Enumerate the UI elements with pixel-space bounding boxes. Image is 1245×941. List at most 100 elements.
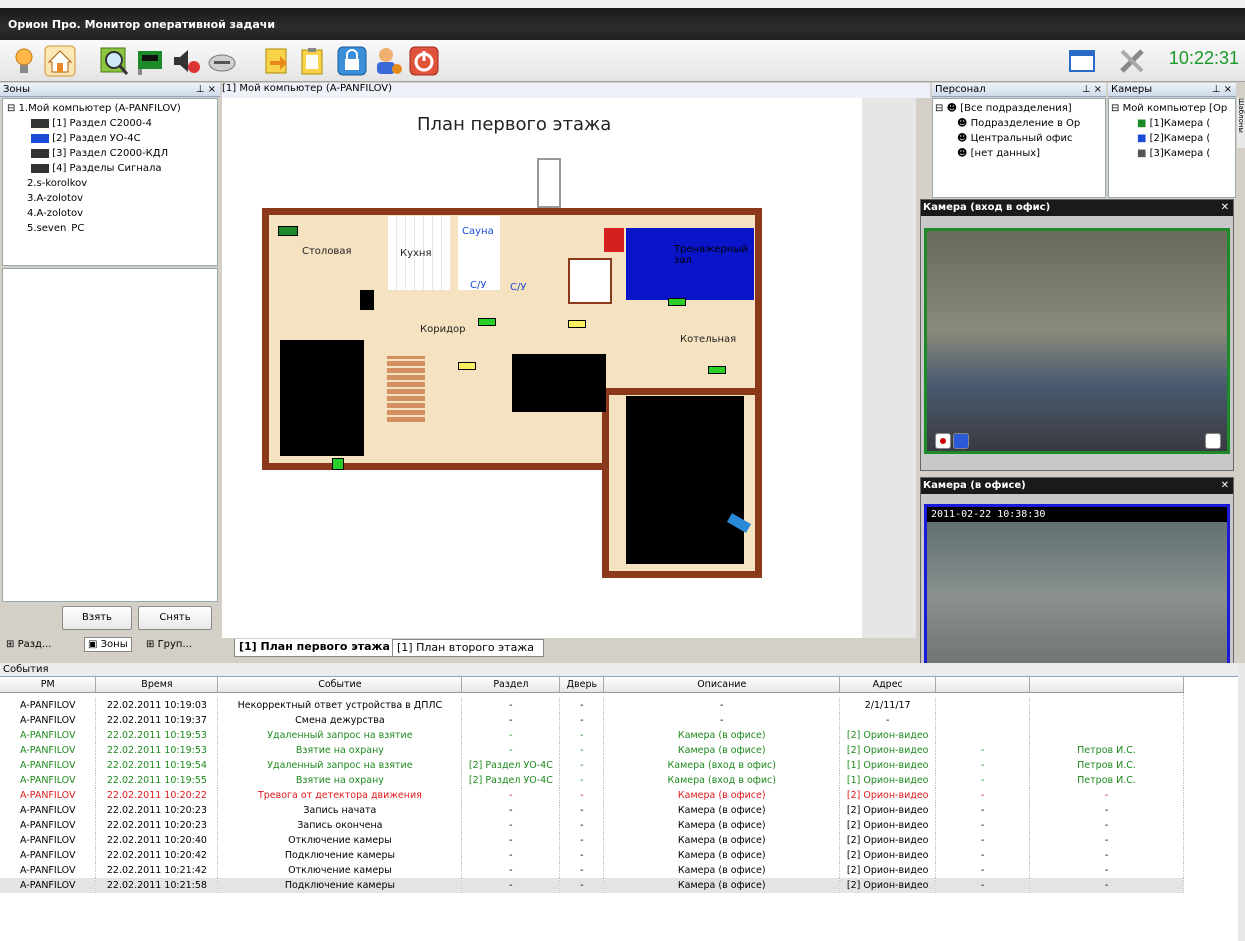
table-row[interactable]: A-PANFILOV 22.02.2011 10:19:37 Смена дежур… [0,713,1184,728]
table-row[interactable]: A-PANFILOV 22.02.2011 10:21:58 Подключение… [0,878,1184,893]
table-row[interactable]: A-PANFILOV 22.02.2011 10:20:22 Тревога от … [0,788,1184,803]
pin-icon[interactable]: ⊥ × [1212,83,1232,96]
templates-side-tab[interactable]: Шаблоны [1237,98,1245,148]
column-header[interactable]: РМ [0,677,97,693]
table-cell: A-PANFILOV [0,773,97,788]
board-icon[interactable] [134,45,166,77]
column-header[interactable] [1029,677,1184,693]
pin-icon[interactable]: ⊥ × [1082,83,1102,96]
tree-item[interactable]: ☻ Центральный офис [935,131,1103,146]
remove-button[interactable]: Снять [138,606,212,630]
lamp-icon[interactable] [8,45,40,77]
column-header[interactable] [935,677,1031,693]
table-row[interactable]: A-PANFILOV 22.02.2011 10:21:42 Отключение … [0,863,1184,878]
zones-detail [2,268,218,602]
export-icon[interactable] [260,45,292,77]
take-button[interactable]: Взять [62,606,132,630]
table-cell: Тревога от детектора движения [217,788,463,803]
window-icon[interactable] [1068,45,1100,77]
sound-icon[interactable] [170,45,202,77]
table-row[interactable]: A-PANFILOV 22.02.2011 10:20:23 Запись окон… [0,818,1184,833]
tree-item[interactable]: 2.s-korolkov [7,176,213,191]
tab-plan-floor1[interactable]: [1] План первого этажа [234,639,395,657]
sensor-icon[interactable] [458,362,476,370]
tree-item[interactable]: ☻ [нет данных] [935,146,1103,161]
tree-item[interactable]: [4] Разделы Сигнала [7,161,213,176]
tree-item[interactable]: ⊟ 1.Мой компьютер (A-PANFILOV) [7,101,213,116]
table-cell: 22.02.2011 10:20:23 [95,803,219,818]
sensor-icon[interactable] [568,320,586,328]
tree-item[interactable]: ■ [3]Камера ( [1111,146,1233,161]
table-row[interactable]: A-PANFILOV 22.02.2011 10:20:23 Запись нача… [0,803,1184,818]
table-cell: Подключение камеры [217,848,463,863]
table-cell: - [461,743,561,758]
table-row[interactable]: A-PANFILOV 22.02.2011 10:19:53 Взятие на о… [0,743,1184,758]
minus-icon[interactable] [953,433,969,449]
events-scrollbar[interactable] [1238,663,1245,941]
pin-icon[interactable]: ⊥ × [196,83,216,96]
column-header[interactable]: Адрес [839,677,937,693]
table-cell: - [559,743,605,758]
tab-groups[interactable]: ⊞ Груп... [146,639,192,650]
table-cell: - [559,758,605,773]
table-row[interactable]: A-PANFILOV 22.02.2011 10:20:40 Отключение … [0,833,1184,848]
table-cell: Отключение камеры [217,863,463,878]
table-cell: 22.02.2011 10:19:55 [95,773,219,788]
column-header[interactable]: Описание [603,677,841,693]
tree-item[interactable]: 5.seven_PC [7,221,213,231]
tree-item[interactable]: ■ [2]Камера ( [1111,131,1233,146]
table-row[interactable]: A-PANFILOV 22.02.2011 10:19:03 Некорректны… [0,698,1184,713]
table-cell: Некорректный ответ устройства в ДПЛС [217,698,463,713]
table-cell: - [559,863,605,878]
partition-icon [31,148,49,158]
close-icon[interactable]: ✕ [1221,478,1229,494]
tab-zones[interactable]: ▣ Зоны [84,637,132,652]
zones-title: Зоны [3,84,30,95]
camera-title: Камера (в офисе) ✕ [921,478,1233,494]
close-icon[interactable]: ✕ [1221,200,1229,216]
zones-tree: ⊟ 1.Мой компьютер (A-PANFILOV) [1] Разде… [2,98,218,266]
tree-item[interactable]: ☻ Подразделение в Ор [935,116,1103,131]
column-header[interactable]: Событие [217,677,463,693]
table-cell: [2] Орион-видео [839,863,937,878]
user-icon[interactable] [372,45,404,77]
table-row[interactable]: A-PANFILOV 22.02.2011 10:19:54 Удаленный з… [0,758,1184,773]
sensor-icon[interactable] [708,366,726,374]
table-cell: 22.02.2011 10:20:42 [95,848,219,863]
tab-partitions[interactable]: ⊞ Разд... [6,639,52,650]
table-row[interactable]: A-PANFILOV 22.02.2011 10:19:53 Удаленный з… [0,728,1184,743]
room-boiler: Котельная [680,334,737,345]
power-icon[interactable] [408,45,440,77]
tab-plan-floor2[interactable]: [1] План второго этажа [392,639,544,657]
drive-icon[interactable] [206,45,238,77]
zones-tabs: ⊞ Разд... ▣ Зоны ⊞ Груп... [0,637,220,657]
table-cell: - [935,803,1031,818]
sensor-icon[interactable] [332,458,344,470]
tools-icon[interactable] [1116,45,1148,77]
tree-item[interactable]: ■ [1]Камера ( [1111,116,1233,131]
lock-icon[interactable] [336,45,368,77]
home-icon[interactable] [44,45,76,77]
tree-item[interactable]: [2] Раздел УО-4С [7,131,213,146]
tree-item[interactable]: [3] Раздел С2000-КДЛ [7,146,213,161]
tree-item[interactable]: ⊟ Мой компьютер [Ор [1111,101,1233,116]
search-map-icon[interactable] [98,45,130,77]
camera-sensor-icon[interactable] [278,226,298,236]
column-header[interactable]: Время [95,677,219,693]
alarm-icon[interactable] [604,228,624,252]
table-row[interactable]: A-PANFILOV 22.02.2011 10:19:55 Взятие на о… [0,773,1184,788]
column-header[interactable]: Дверь [559,677,605,693]
tree-item[interactable]: 4.A-zolotov [7,206,213,221]
table-cell: [2] Орион-видео [839,848,937,863]
sensor-icon[interactable] [668,298,686,306]
tree-item[interactable]: ⊟ ☻ [Все подразделения] [935,101,1103,116]
clipboard-icon[interactable] [296,45,328,77]
table-cell: [1] Орион-видео [839,773,937,788]
sensor-icon[interactable] [478,318,496,326]
tree-item[interactable]: [1] Раздел С2000-4 [7,116,213,131]
column-header[interactable]: Раздел [461,677,561,693]
record-icon[interactable] [935,433,951,449]
tree-item[interactable]: 3.A-zolotov [7,191,213,206]
mute-icon[interactable] [1205,433,1221,449]
table-row[interactable]: A-PANFILOV 22.02.2011 10:20:42 Подключение… [0,848,1184,863]
